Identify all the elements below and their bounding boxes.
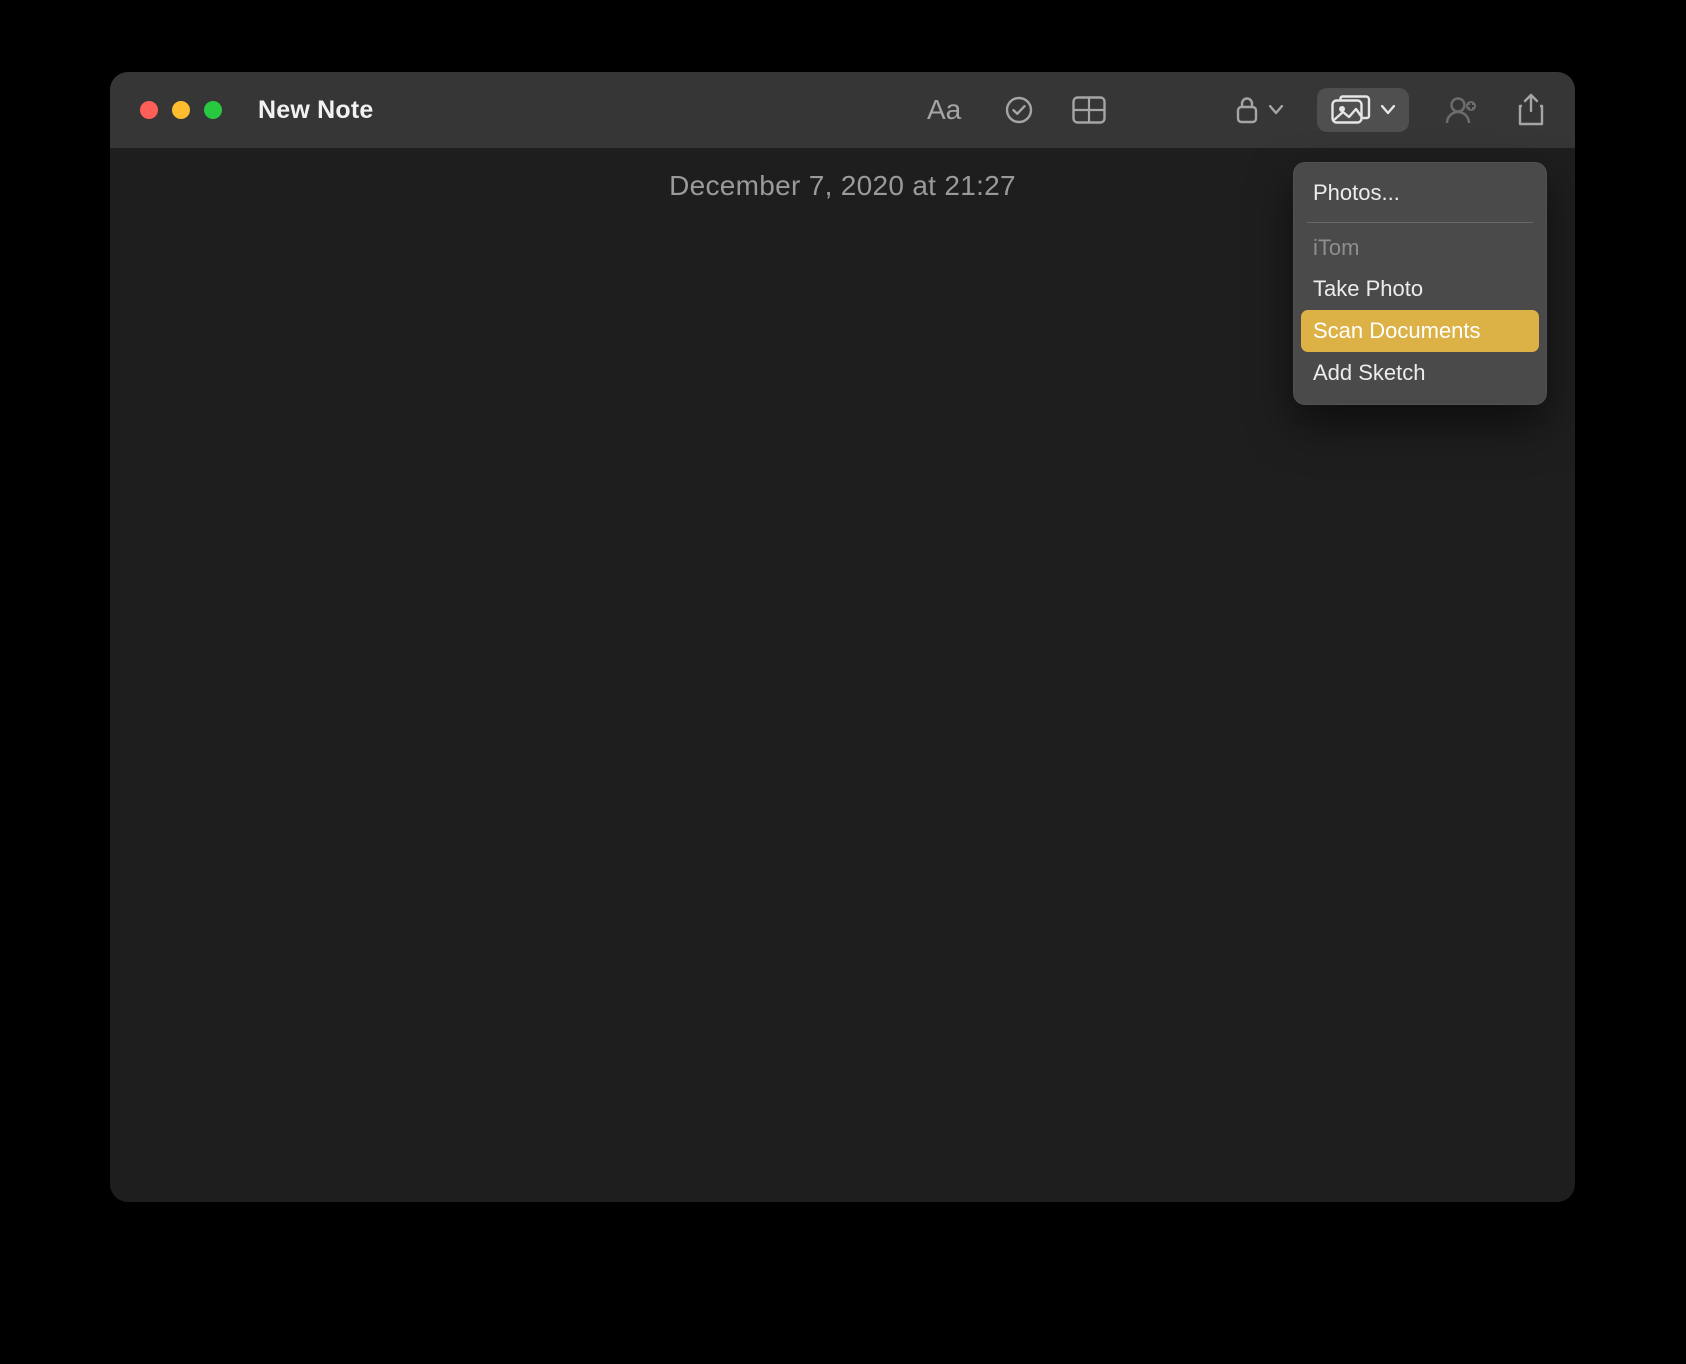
menu-device-header: iTom [1301,225,1539,269]
fullscreen-window-button[interactable] [204,101,222,119]
lock-button[interactable] [1235,88,1283,132]
photo-icon [1331,95,1371,125]
menu-divider [1307,222,1533,223]
minimize-window-button[interactable] [172,101,190,119]
titlebar: New Note Aa [110,72,1575,148]
menu-item-photos[interactable]: Photos... [1301,172,1539,214]
menu-item-take-photo[interactable]: Take Photo [1301,268,1539,310]
svg-text:Aa: Aa [927,95,962,125]
window-controls [140,101,222,119]
chevron-down-icon [1269,105,1283,115]
close-window-button[interactable] [140,101,158,119]
chevron-down-icon [1381,105,1395,115]
toolbar: Aa [927,88,1549,132]
collaborate-button[interactable] [1443,88,1479,132]
media-button[interactable] [1317,88,1409,132]
notes-window: New Note Aa [110,72,1575,1202]
share-button[interactable] [1513,88,1549,132]
window-title: New Note [258,96,374,125]
table-button[interactable] [1071,88,1107,132]
checklist-button[interactable] [1001,88,1037,132]
format-button[interactable]: Aa [927,88,967,132]
menu-item-scan-documents[interactable]: Scan Documents [1301,310,1539,352]
media-dropdown-menu: Photos... iTom Take Photo Scan Documents… [1293,162,1547,405]
menu-item-add-sketch[interactable]: Add Sketch [1301,352,1539,394]
